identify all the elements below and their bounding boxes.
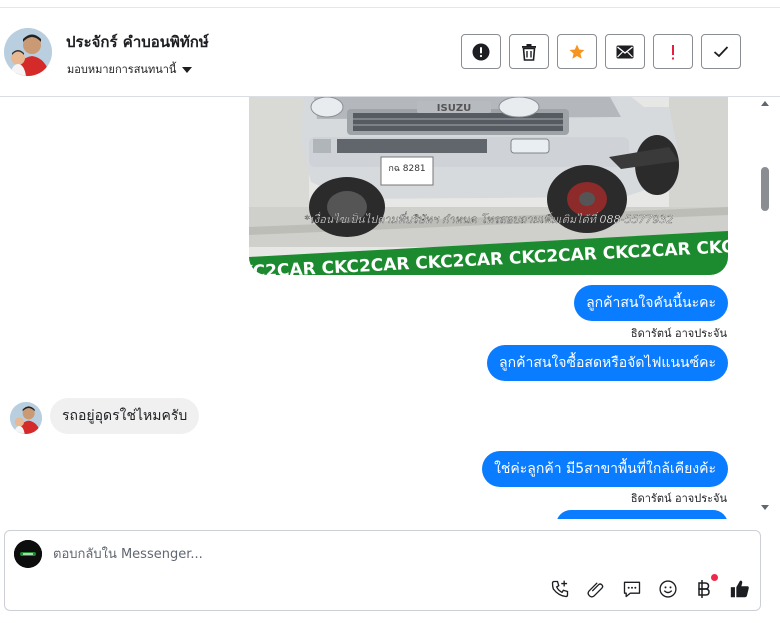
notification-dot [711, 574, 718, 581]
scroll-thumb[interactable] [761, 167, 769, 211]
brand-text: ISUZU [437, 103, 471, 114]
page-avatar [14, 540, 42, 568]
message-thread: ISUZU กฉ 8281 *เงื่อนไขเป็นไปตามที่บริษั [0, 97, 758, 519]
thumbs-up-icon [730, 580, 749, 597]
payment-button[interactable] [692, 574, 718, 600]
phone-add-icon [551, 580, 568, 597]
contact-avatar[interactable] [4, 28, 52, 76]
assign-label: มอบหมายการสนทนานี้ [67, 63, 177, 76]
star-icon [569, 44, 585, 59]
emoji-button[interactable] [656, 577, 679, 600]
license-plate: กฉ 8281 [388, 164, 425, 174]
contact-avatar-small[interactable] [10, 402, 42, 434]
saved-reply-icon [623, 581, 640, 597]
reply-composer [4, 530, 761, 611]
conversation-actions [461, 34, 741, 69]
conversation-header: ประจักร์ คำบอนพิทักษ์ มอบหมายการสนทนานี้ [0, 8, 780, 97]
delete-button[interactable] [509, 34, 549, 69]
mark-done-button[interactable] [701, 34, 741, 69]
top-border [0, 0, 780, 8]
baht-icon [697, 579, 710, 598]
alert-circle-icon [472, 43, 490, 60]
messenger-conversation: ประจักร์ คำบอนพิทักษ์ มอบหมายการสนทนานี้ [0, 0, 780, 623]
follow-up-button[interactable] [653, 34, 693, 69]
paperclip-icon [586, 582, 603, 598]
saved-replies-button[interactable] [620, 577, 643, 600]
photo-caption: *เงื่อนไขเป็นไปตามที่บริษัทฯ กำหนด โทรสอ… [305, 211, 674, 226]
sender-name: ธิดารัตน์ อาจประจัน [630, 327, 727, 340]
outgoing-message[interactable]: ลูกค้าสนใจซื้อสดหรือจัดไฟแนนซ์คะ [487, 345, 728, 381]
outgoing-message-partial[interactable] [556, 510, 728, 519]
envelope-icon [616, 45, 634, 58]
mark-spam-button[interactable] [461, 34, 501, 69]
car-photo-message[interactable]: ISUZU กฉ 8281 *เงื่อนไขเป็นไปตามที่บริษั [249, 97, 728, 275]
reply-input[interactable] [53, 543, 533, 565]
star-button[interactable] [557, 34, 597, 69]
scroll-up-arrow-icon[interactable] [761, 101, 769, 106]
composer-toolbar [548, 574, 751, 600]
emoji-icon [658, 579, 677, 598]
incoming-message[interactable]: รถอยู่อุดรใช่ไหมครับ [50, 398, 200, 434]
like-button[interactable] [728, 577, 751, 600]
outgoing-message[interactable]: ใช่ค่ะลูกค้า มี5สาขาพื้นที่ใกล้เคียงค้ะ [482, 451, 728, 487]
caret-down-icon [182, 66, 193, 73]
check-icon [713, 46, 729, 58]
attach-button[interactable] [584, 577, 607, 600]
outgoing-message[interactable]: ลูกค้าสนใจคันนี้นะคะ [574, 285, 728, 321]
trash-icon [522, 43, 536, 61]
exclamation-icon [672, 44, 674, 59]
sender-name: ธิดารัตน์ อาจประจัน [630, 492, 727, 505]
call-add-button[interactable] [548, 577, 571, 600]
thread-scrollbar[interactable] [759, 97, 773, 519]
contact-name[interactable]: ประจักร์ คำบอนพิทักษ์ [66, 30, 209, 54]
mark-unread-button[interactable] [605, 34, 645, 69]
assign-conversation-dropdown[interactable]: มอบหมายการสนทนานี้ [67, 60, 193, 78]
scroll-down-arrow-icon[interactable] [761, 505, 769, 510]
